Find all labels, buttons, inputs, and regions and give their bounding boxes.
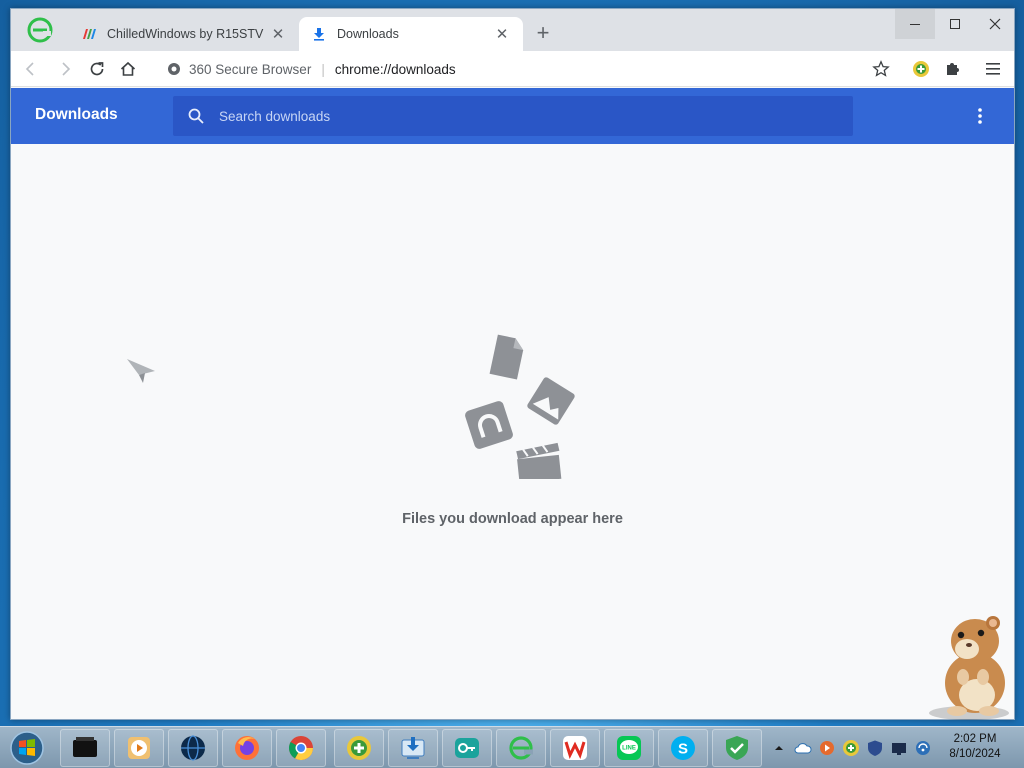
more-actions-icon[interactable] xyxy=(968,104,992,128)
clock-time: 2:02 PM xyxy=(953,733,997,745)
taskbar-vpn-key-icon[interactable] xyxy=(442,729,492,767)
title-bar: ChilledWindows by R15STV ✕ Downloads ✕ + xyxy=(11,9,1014,51)
taskbar-360-safe-icon[interactable] xyxy=(334,729,384,767)
tab-close-icon[interactable]: ✕ xyxy=(269,25,287,43)
system-tray xyxy=(770,735,932,761)
taskbar-media-player-icon[interactable] xyxy=(114,729,164,767)
browser-logo-icon[interactable] xyxy=(27,17,53,43)
home-button[interactable] xyxy=(116,57,140,81)
tab-close-icon[interactable]: ✕ xyxy=(493,25,511,43)
paper-plane-cursor-icon xyxy=(127,359,155,383)
taskbar-wps-office-icon[interactable] xyxy=(550,729,600,767)
taskbar: LINE S 2:02 PM 8/10/2024 xyxy=(0,726,1024,768)
new-tab-button[interactable]: + xyxy=(531,22,555,46)
taskbar-clock[interactable]: 2:02 PM 8/10/2024 xyxy=(940,732,1010,762)
site-label: 360 Secure Browser xyxy=(189,61,312,77)
maximize-button[interactable] xyxy=(935,9,975,39)
taskbar-360-browser-icon[interactable] xyxy=(496,729,546,767)
tray-360-icon[interactable] xyxy=(842,739,860,757)
search-icon xyxy=(188,108,204,124)
downloads-header: Downloads xyxy=(11,88,1014,144)
download-favicon-icon xyxy=(311,26,327,42)
reload-button[interactable] xyxy=(85,57,109,81)
empty-state-message: Files you download appear here xyxy=(402,511,623,527)
taskbar-security-shield-icon[interactable] xyxy=(712,729,762,767)
search-input[interactable] xyxy=(219,108,853,124)
tray-expand-icon[interactable] xyxy=(770,739,788,757)
address-bar[interactable]: 360 Secure Browser | chrome://downloads xyxy=(151,55,875,83)
browser-toolbar: 360 Secure Browser | chrome://downloads xyxy=(11,51,1014,87)
tab-label: Downloads xyxy=(337,27,399,41)
taskbar-skype-icon[interactable]: S xyxy=(658,729,708,767)
taskbar-app-black-box-icon[interactable] xyxy=(60,729,110,767)
svg-text:S: S xyxy=(678,741,688,758)
search-box[interactable] xyxy=(173,96,853,136)
tab-downloads[interactable]: Downloads ✕ xyxy=(299,17,523,51)
taskbar-firefox-icon[interactable] xyxy=(222,729,272,767)
tray-shield-icon[interactable] xyxy=(866,739,884,757)
page-title: Downloads xyxy=(35,106,118,123)
tab-label: ChilledWindows by R15STV xyxy=(107,27,264,41)
taskbar-globe-icon[interactable] xyxy=(168,729,218,767)
close-window-button[interactable] xyxy=(975,9,1015,39)
taskbar-line-icon[interactable]: LINE xyxy=(604,729,654,767)
site-info-icon[interactable] xyxy=(167,62,181,76)
minimize-button[interactable] xyxy=(895,9,935,39)
bookmark-star-icon[interactable] xyxy=(869,57,893,81)
svg-text:LINE: LINE xyxy=(622,746,636,752)
tray-monitor-icon[interactable] xyxy=(890,739,908,757)
tray-media-icon[interactable] xyxy=(818,739,836,757)
browser-menu-icon[interactable] xyxy=(981,57,1005,81)
taskbar-chrome-icon[interactable] xyxy=(276,729,326,767)
address-separator: | xyxy=(321,61,325,77)
tray-network-icon[interactable] xyxy=(914,739,932,757)
extensions-puzzle-icon[interactable] xyxy=(941,57,965,81)
tray-cloud-icon[interactable] xyxy=(794,739,812,757)
back-button[interactable] xyxy=(19,57,43,81)
start-button[interactable] xyxy=(6,729,48,767)
extension-360-icon[interactable] xyxy=(909,57,933,81)
chilledwindows-favicon-icon xyxy=(81,26,97,42)
hamster-mascot-image xyxy=(929,616,1009,720)
taskbar-download-manager-icon[interactable] xyxy=(388,729,438,767)
url-text: chrome://downloads xyxy=(334,61,456,77)
forward-button[interactable] xyxy=(53,57,77,81)
tab-chilledwindows[interactable]: ChilledWindows by R15STV ✕ xyxy=(69,17,299,51)
browser-window: ChilledWindows by R15STV ✕ Downloads ✕ + xyxy=(10,8,1015,720)
clock-date: 8/10/2024 xyxy=(949,748,1001,760)
empty-downloads-illustration xyxy=(465,334,575,479)
